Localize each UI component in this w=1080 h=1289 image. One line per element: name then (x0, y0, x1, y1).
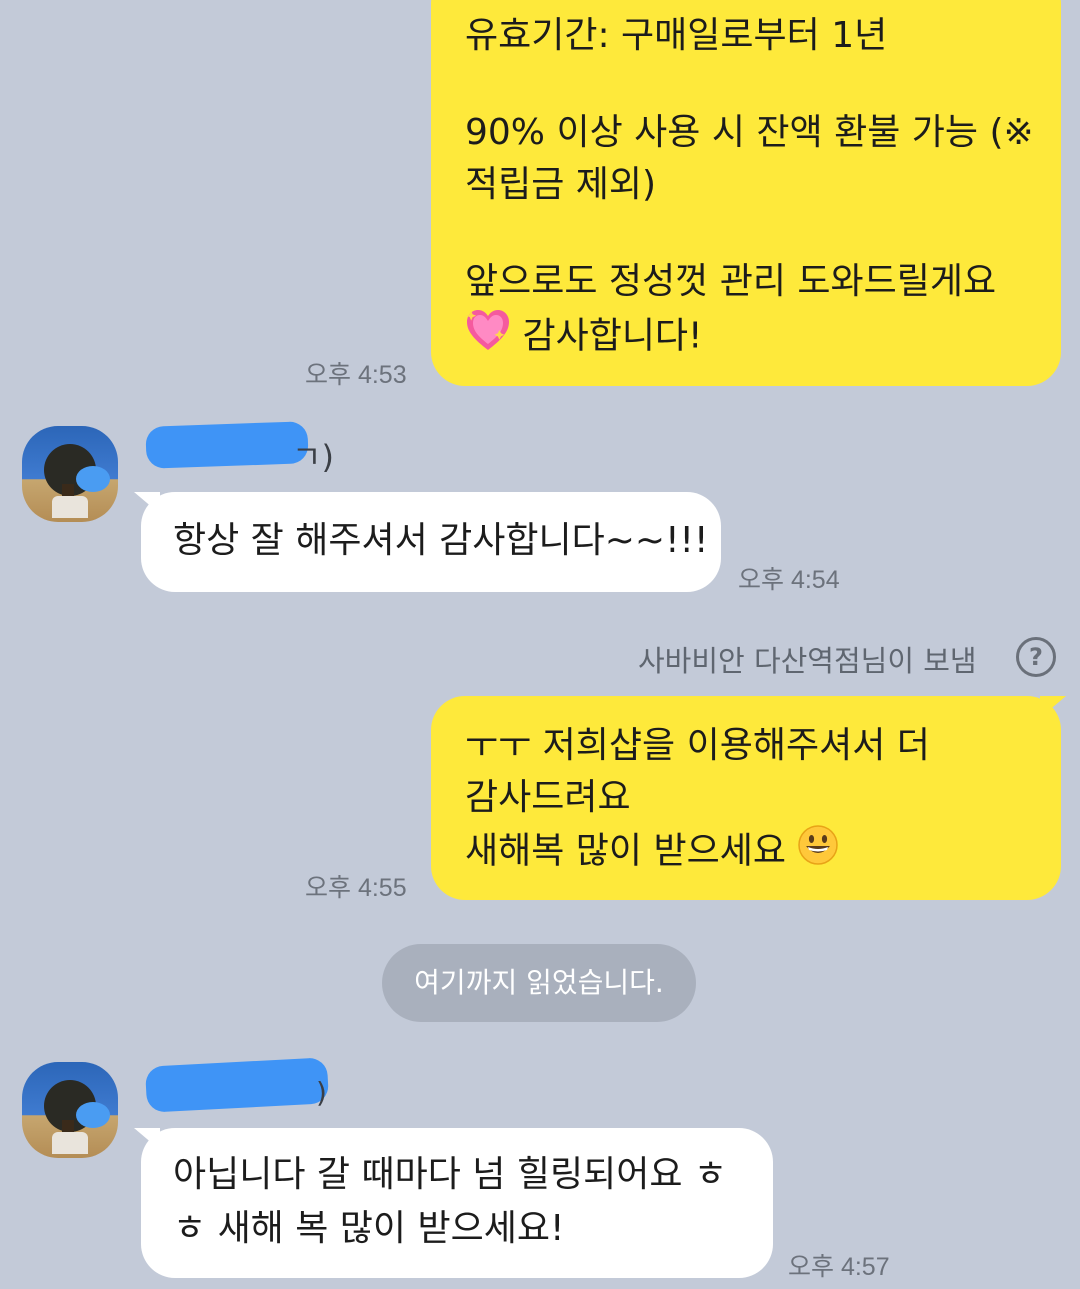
sparkling-heart-icon (465, 308, 511, 367)
avatar[interactable] (22, 426, 118, 522)
sent-by-note: 사바비안 다산역점님이 보냄 (638, 644, 977, 678)
message-timestamp: 오후 4:53 (305, 361, 407, 389)
outgoing-message-bubble[interactable]: 유효기간: 구매일로부터 1년 90% 이상 사용 시 잔액 환불 가능 (※ … (431, 0, 1061, 386)
incoming-message-bubble[interactable]: 아닙니다 갈 때마다 넘 힐링되어요 ㅎ ㅎ 새해 복 많이 받으세요! (141, 1128, 773, 1278)
read-marker: 여기까지 읽었습니다. (382, 944, 696, 1022)
redacted-sender-name (144, 1057, 330, 1113)
sender-name-fragment: ㄱ) (292, 438, 334, 476)
outgoing-message-bubble[interactable]: ㅜㅜ 저희샵을 이용해주셔서 더 감사드려요 새해복 많이 받으세요 (431, 696, 1061, 900)
chat-area: 유효기간: 구매일로부터 1년 90% 이상 사용 시 잔액 환불 가능 (※ … (0, 0, 1080, 1289)
message-line: 감사드려요 (465, 777, 631, 818)
message-line: ㅜㅜ 저희샵을 이용해주셔서 더 (465, 725, 930, 766)
incoming-message-bubble[interactable]: 항상 잘 해주셔서 감사합니다~~!!! (141, 492, 721, 592)
grinning-face-icon (797, 824, 839, 881)
message-timestamp: 오후 4:54 (738, 566, 840, 594)
message-line: 아닙니다 갈 때마다 넘 힐링되어요 ㅎ (173, 1154, 728, 1195)
message-line: 적립금 제외) (465, 164, 657, 205)
message-line: 새해복 많이 받으세요 (465, 830, 786, 872)
redacted-sender-name (145, 421, 309, 469)
avatar[interactable] (22, 1062, 118, 1158)
message-line: 유효기간: 구매일로부터 1년 (465, 15, 888, 56)
message-line: ㅎ 새해 복 많이 받으세요! (173, 1208, 565, 1249)
message-timestamp: 오후 4:57 (788, 1253, 890, 1281)
message-line: 감사합니다! (522, 315, 703, 357)
message-line-with-emoji: 감사합니다! (465, 308, 1027, 367)
message-line: 90% 이상 사용 시 잔액 환불 가능 (※ (465, 112, 1034, 153)
help-icon[interactable]: ? (1016, 637, 1056, 677)
message-timestamp: 오후 4:55 (305, 874, 407, 902)
message-line-with-emoji: 새해복 많이 받으세요 (465, 824, 1027, 881)
message-line: 항상 잘 해주셔서 감사합니다~~!!! (173, 520, 709, 561)
message-line: 앞으로도 정성껏 관리 도와드릴게요 (465, 261, 997, 302)
sender-name-fragment: ) (316, 1076, 327, 1109)
